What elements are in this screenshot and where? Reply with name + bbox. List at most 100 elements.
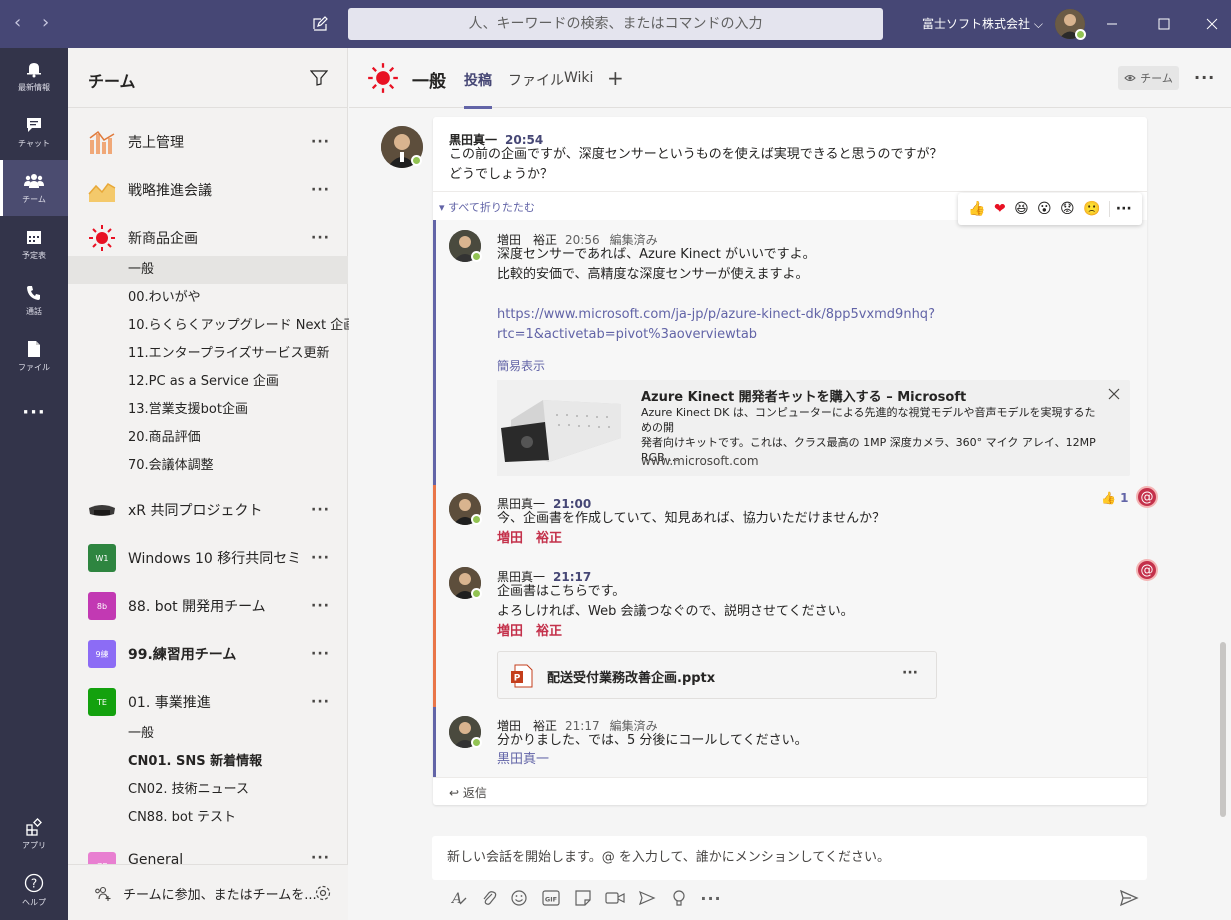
format-icon[interactable]: A [447,886,471,910]
rail-chat[interactable]: チャット [0,104,68,160]
compose-box[interactable]: 新しい会話を開始します。@ を入力して、誰かにメンションしてください。 [432,836,1147,880]
team-item[interactable]: 新商品企画 ··· [68,214,348,262]
minimize-icon[interactable] [1098,10,1126,38]
close-icon[interactable] [1108,388,1120,400]
file-attachment[interactable]: P 配送受付業務改善企画.pptx ··· [497,651,937,699]
presence-available-icon [471,251,482,262]
org-switcher[interactable]: 富士ソフト株式会社 ⌵ [922,15,1043,32]
channel-item[interactable]: CN02. 技術ニュース [68,776,348,804]
channel-name: 一般 [412,72,446,92]
search-input[interactable]: 人、キーワードの検索、またはコマンドの入力 [348,8,883,40]
angry-icon[interactable]: 🙁 [1083,201,1100,217]
rail-calls[interactable]: 通話 [0,272,68,328]
channel-item[interactable]: CN88. bot テスト [68,804,348,832]
rail-apps[interactable]: アプリ [0,806,68,862]
heart-icon[interactable]: ❤ [994,201,1006,217]
gif-icon[interactable]: GIF [539,886,563,910]
collapse-all-link[interactable]: ▾ すべて折りたたむ [439,199,535,215]
tab-files[interactable]: ファイル [508,70,564,90]
reply-button[interactable]: ↩ 返信 [449,784,487,801]
team-more-icon[interactable]: ··· [311,502,330,518]
simple-view-link[interactable]: 簡易表示 [497,357,545,374]
rail-files[interactable]: ファイル [0,328,68,384]
link-line[interactable]: https://www.microsoft.com/ja-jp/p/azure-… [497,305,935,325]
team-more-icon[interactable]: ··· [311,598,330,614]
channel-item[interactable]: 20.商品評価 [68,424,348,452]
teams-panel: チーム 売上管理 ··· 戦略推進会議 ··· 新商品企画 ··· 一般 00.… [68,48,356,920]
channel-item[interactable]: 11.エンタープライズサービス更新 [68,340,348,368]
laugh-icon[interactable]: 😆 [1014,201,1029,217]
link-preview-card[interactable]: Azure Kinect 開発者キットを購入する – Microsoft Azu… [497,380,1130,476]
tab-posts[interactable]: 投稿 [464,70,492,109]
mention-at-icon: @ [1136,486,1158,508]
rail-help[interactable]: ? ヘルプ [0,862,68,918]
message-link[interactable]: https://www.microsoft.com/ja-jp/p/azure-… [497,305,935,345]
maximize-icon[interactable] [1150,10,1178,38]
team-item[interactable]: 9練 99.練習用チーム ··· [68,630,348,678]
tab-wiki[interactable]: Wiki [564,70,593,86]
more-actions-icon[interactable]: ··· [1108,201,1132,217]
team-view-button[interactable]: チーム [1118,66,1179,90]
gear-icon[interactable] [314,884,332,902]
channel-item[interactable]: 10.らくらくアップグレード Next 企画 [68,312,356,340]
link-line[interactable]: rtc=1&activetab=pivot%3aoverviewtab [497,325,935,345]
channel-item[interactable]: 00.わいがや [68,284,348,312]
team-more-icon[interactable]: ··· [311,550,330,566]
close-window-icon[interactable] [1198,10,1226,38]
mention[interactable]: 増田 裕正 [497,622,562,642]
team-more-icon[interactable]: ··· [311,230,330,246]
sad-icon[interactable]: 😟 [1060,201,1075,217]
rail-teams[interactable]: チーム [0,160,68,216]
mention[interactable]: 黒田真一 [497,750,549,770]
attach-icon[interactable] [477,886,501,910]
svg-text:?: ? [31,876,37,890]
team-item[interactable]: xR 共同プロジェクト ··· [68,486,348,534]
praise-icon[interactable] [667,886,691,910]
forward-icon[interactable]: › [42,12,49,34]
back-icon[interactable]: ‹ [14,12,21,34]
channel-item[interactable]: 12.PC as a Service 企画 [68,368,348,396]
channel-item[interactable]: 一般 [68,256,348,284]
sticker-icon[interactable] [571,886,595,910]
team-item[interactable]: TE 01. 事業推進 ··· [68,678,348,726]
team-item[interactable]: W1 Windows 10 移行共同セミ... ··· [68,534,348,582]
team-more-icon[interactable]: ··· [311,182,330,198]
send-icon[interactable] [1117,886,1141,910]
file-more-icon[interactable]: ··· [902,665,918,681]
team-more-icon[interactable]: ··· [311,646,330,662]
rail-label: チャット [18,138,50,148]
like-reaction[interactable]: 👍 1 [1101,491,1129,505]
team-item[interactable]: GE General ··· [68,838,348,864]
join-team-link[interactable]: チームに参加、またはチームを... [123,884,317,903]
filter-icon[interactable] [310,70,328,86]
compose-icon[interactable] [308,12,332,36]
join-team-icon[interactable] [94,884,112,902]
file-name: 配送受付業務改善企画.pptx [547,671,716,686]
channel-item[interactable]: 一般 [68,720,348,748]
more-icon[interactable]: ··· [699,886,723,910]
collapse-label: すべて折りたたむ [448,201,535,214]
channel-item[interactable]: CN01. SNS 新着情報 [68,748,348,776]
team-more-icon[interactable]: ··· [311,850,330,864]
scrollbar[interactable] [1220,642,1226,817]
team-more-icon[interactable]: ··· [311,694,330,710]
team-item[interactable]: 8b 88. bot 開発用チーム ··· [68,582,348,630]
rail-calendar[interactable]: 予定表 [0,216,68,272]
team-item[interactable]: 売上管理 ··· [68,118,348,166]
like-icon[interactable]: 👍 [968,201,985,217]
mention[interactable]: 増田 裕正 [497,529,562,549]
more-options-icon[interactable]: ··· [1194,68,1215,87]
channel-item[interactable]: 13.営業支援bot企画 [68,396,348,424]
rail-activity[interactable]: 最新情報 [0,48,68,104]
team-more-icon[interactable]: ··· [311,134,330,150]
chat-icon [27,117,41,132]
rail-more[interactable]: ··· [0,384,68,440]
emoji-icon[interactable] [507,886,531,910]
send-forward-icon[interactable] [635,886,659,910]
meet-now-icon[interactable] [603,886,627,910]
add-tab-icon[interactable]: + [607,66,624,90]
team-item[interactable]: 戦略推進会議 ··· [68,166,348,214]
channel-item[interactable]: 70.会議体調整 [68,452,348,480]
powerpoint-icon: P [511,664,533,688]
surprised-icon[interactable]: 😮 [1037,201,1052,217]
